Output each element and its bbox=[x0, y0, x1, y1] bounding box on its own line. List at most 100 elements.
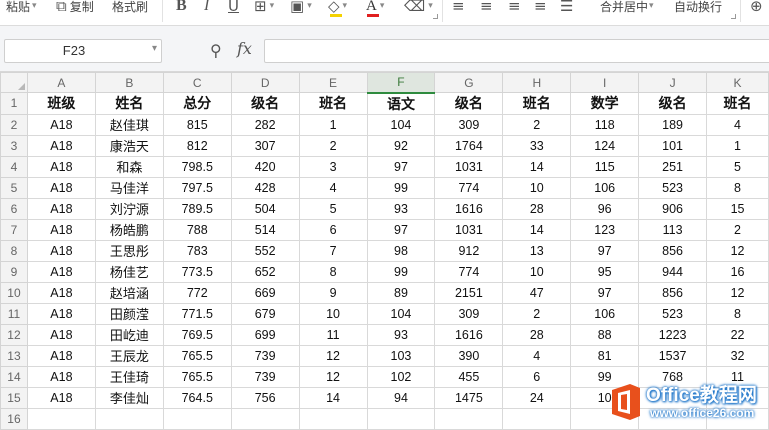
table-cell[interactable]: 1031 bbox=[434, 218, 504, 241]
table-cell[interactable]: 428 bbox=[230, 176, 300, 199]
align-right-button[interactable]: ≡ bbox=[508, 0, 524, 16]
table-cell[interactable]: 552 bbox=[230, 239, 300, 262]
table-cell[interactable]: 刘泞源 bbox=[94, 197, 164, 220]
table-cell[interactable]: 89 bbox=[366, 281, 436, 304]
row-header[interactable]: 3 bbox=[0, 134, 28, 157]
row-header[interactable]: 10 bbox=[0, 281, 28, 304]
table-cell[interactable]: 797.5 bbox=[162, 176, 232, 199]
table-cell[interactable] bbox=[162, 407, 232, 430]
table-cell[interactable]: 455 bbox=[434, 365, 504, 388]
table-cell[interactable]: 1764 bbox=[434, 134, 504, 157]
table-cell[interactable] bbox=[230, 407, 300, 430]
table-cell[interactable]: 99 bbox=[366, 260, 436, 283]
table-cell[interactable]: 14 bbox=[298, 386, 368, 409]
table-cell[interactable]: 106 bbox=[570, 176, 640, 199]
table-cell[interactable]: 699 bbox=[230, 323, 300, 346]
table-cell[interactable]: 杨皓鹏 bbox=[94, 218, 164, 241]
more-button[interactable]: ⊕ bbox=[750, 0, 766, 16]
column-header[interactable]: I bbox=[570, 72, 640, 93]
table-cell[interactable]: 班名 bbox=[706, 92, 769, 115]
table-cell[interactable]: 771.5 bbox=[162, 302, 232, 325]
table-cell[interactable]: 王辰龙 bbox=[94, 344, 164, 367]
table-cell[interactable]: 1 bbox=[298, 113, 368, 136]
paste-button[interactable]: 粘贴 ▾ bbox=[6, 0, 37, 16]
table-cell[interactable]: 97 bbox=[570, 281, 640, 304]
fx-icon[interactable]: fx bbox=[237, 39, 252, 58]
table-cell[interactable]: 514 bbox=[230, 218, 300, 241]
table-cell[interactable]: 赵佳琪 bbox=[94, 113, 164, 136]
row-header[interactable]: 5 bbox=[0, 176, 28, 199]
table-cell[interactable]: 81 bbox=[570, 344, 640, 367]
table-cell[interactable]: A18 bbox=[26, 323, 96, 346]
table-cell[interactable]: 1031 bbox=[434, 155, 504, 178]
table-cell[interactable]: 118 bbox=[570, 113, 640, 136]
format-painter-button[interactable]: 格式刷 bbox=[112, 0, 148, 16]
table-cell[interactable]: 103 bbox=[366, 344, 436, 367]
table-cell[interactable]: 856 bbox=[638, 281, 708, 304]
align-left-button[interactable]: ≡ bbox=[452, 0, 468, 16]
table-cell[interactable]: 47 bbox=[502, 281, 572, 304]
table-cell[interactable]: A18 bbox=[26, 260, 96, 283]
table-cell[interactable]: A18 bbox=[26, 365, 96, 388]
column-header[interactable]: C bbox=[162, 72, 232, 93]
table-cell[interactable]: 28 bbox=[502, 323, 572, 346]
table-cell[interactable]: 级名 bbox=[434, 92, 504, 115]
table-cell[interactable]: 9 bbox=[298, 281, 368, 304]
table-cell[interactable]: 756 bbox=[230, 386, 300, 409]
table-cell[interactable]: 32 bbox=[706, 344, 769, 367]
table-cell[interactable]: 123 bbox=[570, 218, 640, 241]
table-cell[interactable]: 15 bbox=[706, 197, 769, 220]
table-cell[interactable]: 523 bbox=[638, 302, 708, 325]
table-cell[interactable]: 14 bbox=[502, 218, 572, 241]
table-cell[interactable]: A18 bbox=[26, 344, 96, 367]
table-cell[interactable]: 97 bbox=[366, 155, 436, 178]
table-cell[interactable]: 1475 bbox=[434, 386, 504, 409]
border-button[interactable]: ⊞ ▾ bbox=[254, 0, 274, 16]
row-header[interactable]: 8 bbox=[0, 239, 28, 262]
table-cell[interactable]: 田颜滢 bbox=[94, 302, 164, 325]
table-cell[interactable]: 和森 bbox=[94, 155, 164, 178]
table-cell[interactable]: 812 bbox=[162, 134, 232, 157]
table-cell[interactable]: 6 bbox=[502, 365, 572, 388]
table-cell[interactable] bbox=[298, 407, 368, 430]
table-cell[interactable]: 115 bbox=[570, 155, 640, 178]
table-cell[interactable]: 5 bbox=[706, 155, 769, 178]
italic-button[interactable]: I bbox=[204, 0, 212, 16]
table-cell[interactable]: A18 bbox=[26, 134, 96, 157]
table-cell[interactable]: 李佳灿 bbox=[94, 386, 164, 409]
table-cell[interactable]: 101 bbox=[638, 134, 708, 157]
table-cell[interactable]: 12 bbox=[706, 281, 769, 304]
row-header[interactable]: 15 bbox=[0, 386, 28, 409]
table-cell[interactable] bbox=[26, 407, 96, 430]
table-cell[interactable]: 王佳琦 bbox=[94, 365, 164, 388]
table-cell[interactable]: 189 bbox=[638, 113, 708, 136]
table-cell[interactable]: 772 bbox=[162, 281, 232, 304]
table-cell[interactable]: A18 bbox=[26, 239, 96, 262]
table-cell[interactable]: 12 bbox=[706, 239, 769, 262]
row-header[interactable]: 7 bbox=[0, 218, 28, 241]
table-cell[interactable]: 4 bbox=[706, 113, 769, 136]
table-cell[interactable]: A18 bbox=[26, 281, 96, 304]
table-cell[interactable]: 106 bbox=[570, 302, 640, 325]
table-cell[interactable]: 1223 bbox=[638, 323, 708, 346]
distribute-button[interactable]: ☰ bbox=[560, 0, 576, 16]
table-cell[interactable]: 282 bbox=[230, 113, 300, 136]
justify-button[interactable]: ≡ bbox=[534, 0, 550, 16]
row-header[interactable]: 9 bbox=[0, 260, 28, 283]
table-cell[interactable]: 级名 bbox=[230, 92, 300, 115]
table-cell[interactable]: 420 bbox=[230, 155, 300, 178]
table-cell[interactable]: 93 bbox=[366, 197, 436, 220]
table-cell[interactable]: 652 bbox=[230, 260, 300, 283]
row-header[interactable]: 6 bbox=[0, 197, 28, 220]
table-cell[interactable]: 班级 bbox=[26, 92, 96, 115]
table-cell[interactable]: 96 bbox=[570, 197, 640, 220]
table-cell[interactable]: 251 bbox=[638, 155, 708, 178]
column-header[interactable]: A bbox=[26, 72, 96, 93]
table-cell[interactable]: 97 bbox=[570, 239, 640, 262]
table-cell[interactable]: 8 bbox=[706, 302, 769, 325]
clear-button[interactable]: ⌫ ▾ bbox=[404, 0, 433, 16]
table-cell[interactable]: 语文 bbox=[366, 92, 436, 115]
row-header[interactable]: 16 bbox=[0, 407, 28, 430]
table-cell[interactable]: 773.5 bbox=[162, 260, 232, 283]
table-cell[interactable]: 33 bbox=[502, 134, 572, 157]
